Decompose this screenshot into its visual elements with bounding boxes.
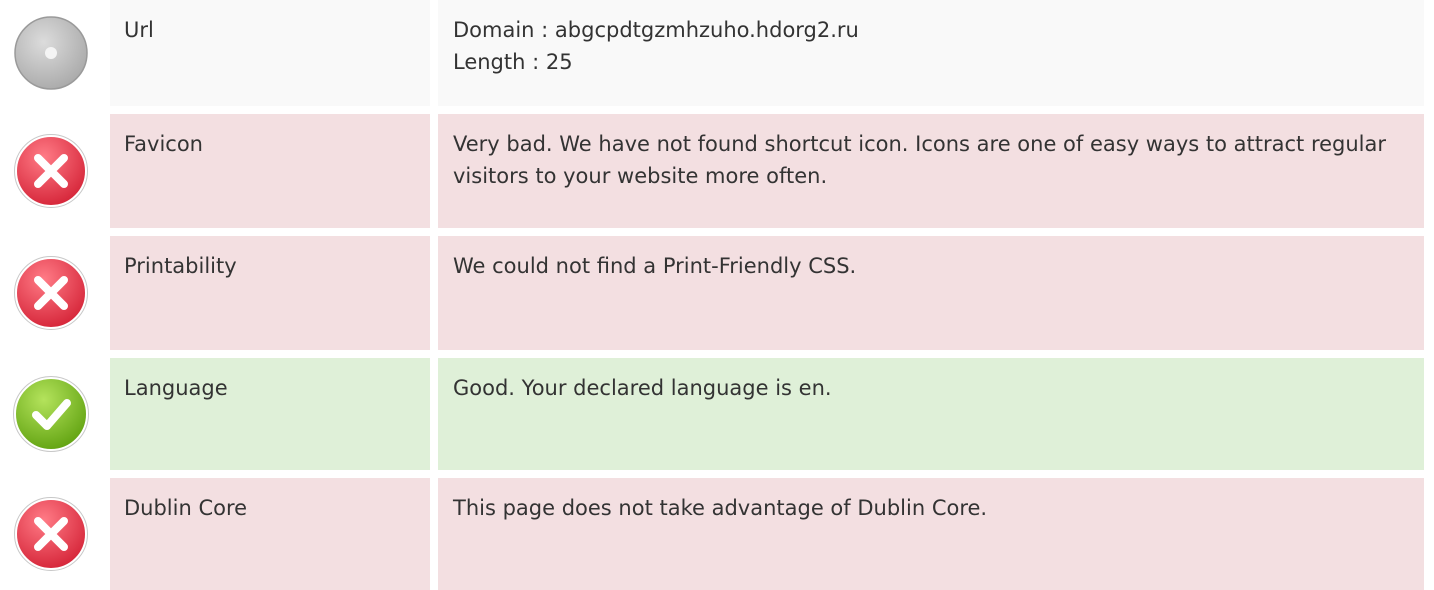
- neutral-dot-icon: [14, 16, 88, 90]
- language-message: Good. Your declared language is en.: [453, 376, 832, 400]
- row-label: Language: [110, 358, 430, 470]
- report-row-language: Language Good. Your declared language is…: [0, 358, 1434, 470]
- row-value: We could not find a Print-Friendly CSS.: [438, 236, 1424, 350]
- status-icon-cell: [0, 358, 102, 470]
- report-row-url: Url Domain : abgcpdtgzmhzuho.hdorg2.ru L…: [0, 0, 1434, 106]
- row-value: This page does not take advantage of Dub…: [438, 478, 1424, 590]
- row-label: Favicon: [110, 114, 430, 228]
- status-icon-cell: [0, 0, 102, 106]
- error-x-icon: [14, 134, 88, 208]
- row-value: Domain : abgcpdtgzmhzuho.hdorg2.ru Lengt…: [438, 0, 1424, 106]
- row-label: Printability: [110, 236, 430, 350]
- url-domain-text: Domain : abgcpdtgzmhzuho.hdorg2.ru: [453, 18, 859, 42]
- status-icon-cell: [0, 478, 102, 590]
- seo-report-table: Url Domain : abgcpdtgzmhzuho.hdorg2.ru L…: [0, 0, 1434, 590]
- error-x-icon: [14, 497, 88, 571]
- row-value: Good. Your declared language is en.: [438, 358, 1424, 470]
- report-row-favicon: Favicon Very bad. We have not found shor…: [0, 114, 1434, 228]
- report-row-dublin-core: Dublin Core This page does not take adva…: [0, 478, 1434, 590]
- error-x-icon: [14, 256, 88, 330]
- row-value: Very bad. We have not found shortcut ico…: [438, 114, 1424, 228]
- row-label: Dublin Core: [110, 478, 430, 590]
- status-icon-cell: [0, 114, 102, 228]
- status-icon-cell: [0, 236, 102, 350]
- favicon-message: Very bad. We have not found shortcut ico…: [453, 132, 1387, 188]
- success-check-icon: [13, 376, 89, 452]
- url-length-text: Length : 25: [453, 50, 573, 74]
- printability-message: We could not find a Print-Friendly CSS.: [453, 254, 857, 278]
- dublin-core-message: This page does not take advantage of Dub…: [453, 496, 988, 520]
- row-label: Url: [110, 0, 430, 106]
- report-row-printability: Printability We could not find a Print-F…: [0, 236, 1434, 350]
